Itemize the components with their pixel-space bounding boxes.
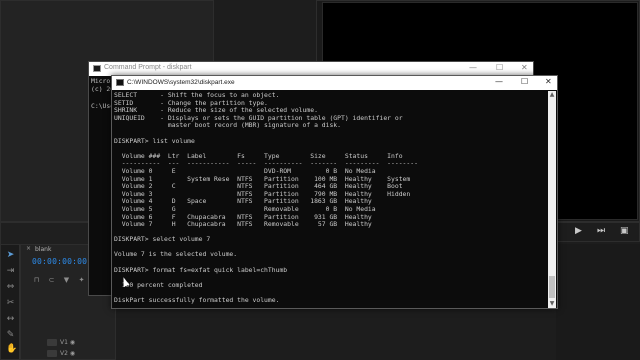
diskpart-icon (116, 79, 124, 86)
sequence-tab[interactable]: blank (35, 246, 51, 253)
eye-icon[interactable]: ◉ (70, 350, 78, 357)
ripple-icon[interactable]: ⇔ (6, 283, 15, 292)
timecode-display[interactable]: 00:00:00:00 (32, 257, 87, 266)
console-output: SELECT - Shift the focus to an object. S… (114, 92, 418, 305)
maximize-button[interactable]: ☐ (496, 63, 503, 72)
wrench-icon[interactable]: ✦ (77, 276, 86, 284)
console-area[interactable]: SELECT - Shift the focus to an object. S… (114, 92, 548, 308)
hand-icon[interactable]: ✋ (6, 345, 17, 354)
step-forward-icon[interactable]: ⏭ (597, 226, 605, 236)
maximize-button[interactable]: ☐ (521, 77, 528, 86)
eye-icon[interactable]: ◉ (70, 339, 78, 346)
scroll-thumb[interactable] (549, 276, 555, 298)
razor-icon[interactable]: ✂ (6, 299, 15, 308)
track-v1[interactable]: V1 ◉ (44, 339, 78, 348)
minimize-button[interactable]: — (469, 63, 477, 72)
linked-icon[interactable]: ⊂ (47, 276, 56, 284)
close-button[interactable]: ✕ (545, 77, 552, 86)
track-v2[interactable]: V2 ◉ (44, 350, 78, 359)
camera-icon[interactable]: ▣ (620, 226, 629, 236)
cmd-icon (93, 65, 101, 72)
play-icon[interactable]: ▶ (575, 226, 582, 236)
track-label: V2 (60, 350, 68, 357)
scroll-down-icon[interactable]: ▼ (548, 300, 556, 308)
vertical-scrollbar[interactable]: ▲ ▼ (548, 91, 556, 308)
title-bar[interactable]: Command Prompt - diskpart — ☐ ✕ (89, 62, 533, 76)
scroll-up-icon[interactable]: ▲ (548, 91, 556, 99)
diskpart-window[interactable]: C:\WINDOWS\system32\diskpart.exe — ☐ ✕ S… (111, 75, 558, 309)
pen-icon[interactable]: ✎ (6, 331, 15, 340)
lock-icon[interactable] (47, 350, 57, 357)
minimize-button[interactable]: — (495, 77, 503, 86)
track-select-icon[interactable]: ⇥ (6, 267, 15, 276)
title-bar[interactable]: C:\WINDOWS\system32\diskpart.exe — ☐ ✕ (112, 76, 557, 90)
track-label: V1 (60, 339, 68, 346)
window-title: C:\WINDOWS\system32\diskpart.exe (127, 79, 235, 86)
marker-icon[interactable]: ▼ (62, 276, 71, 284)
slip-icon[interactable]: ↔ (6, 315, 15, 324)
arrow-icon[interactable]: ➤ (6, 251, 15, 260)
snap-icon[interactable]: ⊓ (32, 276, 41, 284)
close-icon[interactable]: × (26, 245, 31, 252)
tools-panel: ➤ ⇥ ⇔ ✂ ↔ ✎ ✋ (0, 244, 20, 360)
close-button[interactable]: ✕ (521, 63, 528, 72)
window-title: Command Prompt - diskpart (104, 64, 192, 71)
timeline-right-area (556, 244, 640, 360)
lock-icon[interactable] (47, 339, 57, 346)
